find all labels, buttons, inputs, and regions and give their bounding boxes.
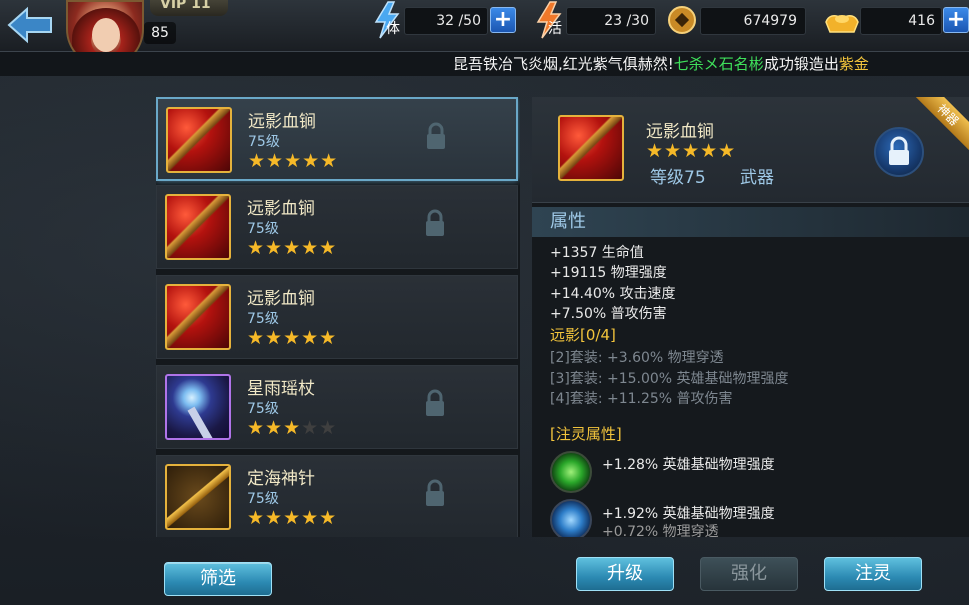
attribute-line: +7.50% 普攻伤害: [550, 306, 667, 322]
item-name: 远影血锏: [247, 199, 315, 219]
gold-plus-button[interactable]: +: [943, 7, 969, 33]
blood-mace-thumbnail: [165, 284, 231, 350]
blood-mace-thumbnail: [166, 107, 232, 173]
gold-value: 416: [860, 7, 942, 35]
player-level: 85: [144, 22, 176, 44]
item-level: 75级: [247, 221, 279, 237]
item-name: 定海神针: [247, 469, 315, 489]
green-spirit-orb-icon: [550, 451, 592, 493]
ticker-player: 七杀メ石名彬: [673, 55, 764, 73]
detail-level: 等级75: [650, 168, 706, 188]
item-stars: ★★★★★: [247, 417, 338, 439]
detail-type: 武器: [740, 168, 774, 188]
list-item[interactable]: 远影血锏 75级 ★★★★★: [156, 275, 518, 359]
ticker-text-1: 昆吾铁冶飞炎烟,红光紫气俱赫然!: [453, 55, 674, 73]
star-staff-thumbnail: [165, 374, 231, 440]
announcement-ticker: 昆吾铁冶飞炎烟,红光紫气俱赫然!七杀メ石名彬成功锻造出紫金: [453, 53, 969, 75]
ticker-text-2: 成功锻造出: [763, 55, 839, 73]
infuse-line: +1.28% 英雄基础物理强度: [602, 457, 775, 473]
list-item[interactable]: 远影血锏 75级 ★★★★★: [156, 97, 518, 181]
activity-value: 23 /30: [566, 7, 656, 35]
list-item[interactable]: 星雨瑶杖 75级 ★★★★★: [156, 365, 518, 449]
set-bonus-line: [3]套装: +15.00% 英雄基础物理强度: [550, 371, 789, 387]
attribute-line: +1357 生命值: [550, 245, 644, 261]
lock-icon[interactable]: [423, 208, 447, 238]
detail-item-name: 远影血锏: [646, 122, 714, 142]
list-item[interactable]: 远影血锏 75级 ★★★★★: [156, 185, 518, 269]
vip-badge[interactable]: VIP 11: [150, 0, 228, 16]
item-name: 远影血锏: [248, 112, 316, 132]
item-detail-panel: 远影血锏 ★★★★★ 等级75 武器 神器 属性 +1357 生命值 +1911…: [532, 97, 969, 537]
gold-ingot-icon: [822, 4, 862, 44]
detail-header: 远影血锏 ★★★★★ 等级75 武器 神器: [532, 97, 969, 203]
infuse-line: +1.92% 英雄基础物理强度: [602, 506, 775, 522]
filter-button[interactable]: 筛选: [164, 562, 272, 596]
stamina-plus-button[interactable]: +: [490, 7, 516, 33]
blue-spirit-orb-icon: [550, 499, 592, 537]
lock-icon[interactable]: [424, 121, 448, 151]
stamina-bolt-icon: 体: [370, 0, 404, 40]
back-arrow-icon: [7, 6, 52, 44]
item-name: 远影血锏: [247, 289, 315, 309]
attributes-title: 属性: [532, 207, 969, 237]
item-stars: ★★★★★: [247, 507, 338, 529]
stamina-label: 体: [386, 21, 400, 37]
upgrade-button[interactable]: 升级: [576, 557, 674, 591]
blood-mace-thumbnail: [165, 194, 231, 260]
detail-thumbnail: [558, 115, 624, 181]
ribbon-label: 神器: [911, 97, 969, 154]
item-stars: ★★★★★: [247, 237, 338, 259]
stamina-value: 32 /50: [404, 7, 488, 35]
lock-icon[interactable]: [423, 388, 447, 418]
infuse-button[interactable]: 注灵: [824, 557, 922, 591]
lock-icon[interactable]: [423, 478, 447, 508]
detail-stars: ★★★★★: [646, 140, 737, 162]
ticker-item: 紫金: [838, 55, 869, 73]
golden-staff-thumbnail: [165, 464, 231, 530]
coin-icon: [666, 4, 700, 44]
attribute-line: +14.40% 攻击速度: [550, 286, 676, 302]
artifact-ribbon: 神器: [911, 97, 969, 155]
enhance-button[interactable]: 强化: [700, 557, 798, 591]
item-stars: ★★★★★: [248, 150, 339, 172]
item-level: 75级: [247, 311, 279, 327]
avatar-face: [92, 18, 120, 52]
set-bonus-line: [2]套装: +3.60% 物理穿透: [550, 350, 724, 366]
item-level: 75级: [248, 134, 280, 150]
back-button[interactable]: [0, 0, 60, 50]
activity-bolt-icon: 活: [532, 0, 566, 40]
item-stars: ★★★★★: [247, 327, 338, 349]
equipment-list[interactable]: 远影血锏 75级 ★★★★★ 远影血锏 75级 ★★★★★ 远影血锏 75级 ★…: [156, 97, 520, 537]
set-bonus-line: [4]套装: +11.25% 普攻伤害: [550, 391, 733, 407]
item-level: 75级: [247, 491, 279, 507]
item-level: 75级: [247, 401, 279, 417]
item-name: 星雨瑶杖: [247, 379, 315, 399]
attribute-line: +19115 物理强度: [550, 265, 667, 281]
infuse-line-partial: +0.72% 物理穿透: [602, 524, 719, 537]
coins-value: 674979: [700, 7, 806, 35]
activity-label: 活: [548, 21, 562, 37]
list-item[interactable]: 定海神针 75级 ★★★★★: [156, 455, 518, 537]
set-title: 远影[0/4]: [550, 326, 616, 344]
infuse-title: [注灵属性]: [550, 425, 622, 443]
